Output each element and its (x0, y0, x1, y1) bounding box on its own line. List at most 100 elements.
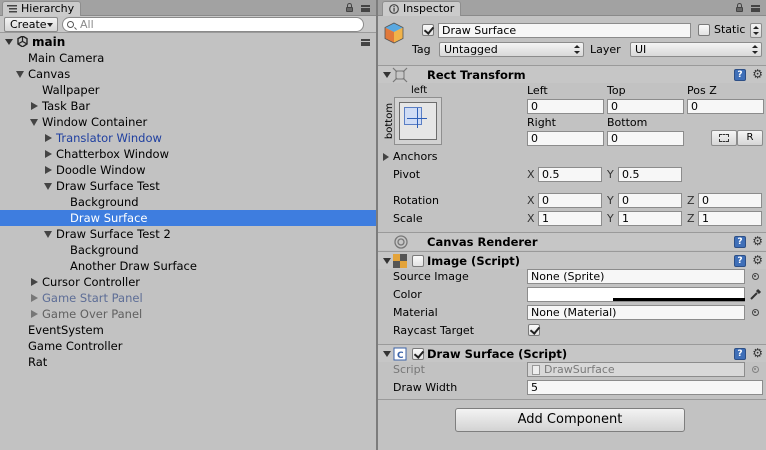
color-field[interactable] (527, 287, 745, 302)
hierarchy-row[interactable]: Background (0, 194, 376, 210)
source-image-field[interactable]: None (Sprite) (527, 269, 745, 284)
hierarchy-row-label: Wallpaper (42, 83, 100, 97)
collapsed-arrow-icon[interactable] (31, 278, 38, 286)
tab-menu-icon[interactable] (361, 5, 370, 12)
bottom-label: Bottom (607, 116, 648, 129)
draw-surface-header[interactable]: C Draw Surface (Script) ? ⚙ (378, 344, 766, 362)
rect-transform-header[interactable]: Rect Transform ? ⚙ (378, 65, 766, 83)
lock-icon[interactable] (346, 3, 353, 12)
image-enabled-checkbox[interactable] (412, 255, 424, 267)
hierarchy-row[interactable]: Draw Surface (0, 210, 376, 226)
hierarchy-row[interactable]: Doodle Window (0, 162, 376, 178)
hierarchy-row[interactable]: Cursor Controller (0, 274, 376, 290)
blueprint-mode-button[interactable] (711, 130, 737, 146)
hierarchy-row-label: Another Draw Surface (70, 259, 197, 273)
raw-edit-button[interactable]: R (737, 130, 763, 146)
material-field[interactable]: None (Material) (527, 305, 745, 320)
pivot-x-field[interactable]: 0.5 (538, 167, 602, 182)
object-picker-icon[interactable] (752, 309, 759, 316)
collapsed-arrow-icon[interactable] (45, 134, 52, 142)
hierarchy-tab[interactable]: Hierarchy (2, 1, 82, 16)
left-field[interactable]: 0 (527, 99, 604, 114)
inspector-tab[interactable]: Inspector (382, 1, 462, 16)
anchors-label[interactable]: Anchors (393, 150, 438, 164)
gear-icon[interactable]: ⚙ (752, 68, 763, 80)
scale-y-field[interactable]: 1 (618, 211, 682, 226)
expanded-arrow-icon[interactable] (30, 119, 38, 126)
pivot-y-field[interactable]: 0.5 (618, 167, 682, 182)
hierarchy-row-label: Draw Surface Test (56, 179, 160, 193)
hierarchy-row[interactable]: Window Container (0, 114, 376, 130)
draw-width-field[interactable]: 5 (527, 380, 763, 395)
rotation-y-field[interactable]: 0 (618, 193, 682, 208)
hierarchy-row[interactable]: EventSystem (0, 322, 376, 338)
hierarchy-row[interactable]: Draw Surface Test 2 (0, 226, 376, 242)
hierarchy-row[interactable]: Rat (0, 354, 376, 370)
static-checkbox[interactable] (698, 24, 710, 36)
gear-icon[interactable]: ⚙ (752, 254, 763, 266)
help-icon[interactable]: ? (734, 255, 746, 267)
inspector-tab-label: Inspector (403, 2, 455, 15)
top-field[interactable]: 0 (607, 99, 684, 114)
gear-icon[interactable]: ⚙ (752, 347, 763, 359)
scale-x-field[interactable]: 1 (538, 211, 602, 226)
create-button[interactable]: Create (4, 17, 58, 32)
scene-fold-icon[interactable] (5, 39, 13, 45)
hierarchy-row[interactable]: Canvas (0, 66, 376, 82)
collapsed-arrow-icon[interactable] (45, 150, 52, 158)
active-checkbox[interactable] (422, 24, 434, 36)
fold-icon[interactable] (383, 258, 391, 264)
gear-icon[interactable]: ⚙ (752, 235, 763, 247)
tab-menu-icon[interactable] (751, 5, 760, 12)
tag-dropdown[interactable]: Untagged (439, 42, 584, 57)
hierarchy-row[interactable]: Game Start Panel (0, 290, 376, 306)
lock-icon[interactable] (736, 3, 743, 12)
canvas-renderer-header[interactable]: Canvas Renderer ? ⚙ (378, 232, 766, 250)
search-field[interactable] (62, 17, 364, 32)
posz-field[interactable]: 0 (687, 99, 764, 114)
rotation-x-field[interactable]: 0 (538, 193, 602, 208)
hierarchy-row[interactable]: Main Camera (0, 50, 376, 66)
object-name-field[interactable]: Draw Surface (438, 23, 691, 38)
anchor-presets-button[interactable] (394, 97, 442, 145)
collapsed-arrow-icon[interactable] (31, 310, 38, 318)
collapsed-arrow-icon[interactable] (31, 102, 38, 110)
hierarchy-row[interactable]: Chatterbox Window (0, 146, 376, 162)
raycast-target-checkbox[interactable] (528, 324, 540, 336)
help-icon[interactable]: ? (734, 348, 746, 360)
collapsed-arrow-icon[interactable] (31, 294, 38, 302)
expanded-arrow-icon[interactable] (44, 231, 52, 238)
image-header[interactable]: Image (Script) ? ⚙ (378, 251, 766, 269)
hierarchy-row[interactable]: Draw Surface Test (0, 178, 376, 194)
anchors-fold-icon[interactable] (383, 153, 389, 161)
layer-value: UI (635, 43, 647, 56)
draw-surface-enabled-checkbox[interactable] (412, 348, 424, 360)
hierarchy-row[interactable]: Game Controller (0, 338, 376, 354)
static-dropdown[interactable] (750, 23, 762, 38)
object-picker-icon[interactable] (752, 273, 759, 280)
fold-icon[interactable] (383, 72, 391, 78)
hierarchy-row[interactable]: Background (0, 242, 376, 258)
help-icon[interactable]: ? (734, 236, 746, 248)
hierarchy-row[interactable]: Translator Window (0, 130, 376, 146)
rotation-z-field[interactable]: 0 (698, 193, 762, 208)
hierarchy-row[interactable]: Task Bar (0, 98, 376, 114)
right-field[interactable]: 0 (527, 131, 604, 146)
scene-menu-icon[interactable] (361, 39, 370, 46)
add-component-button[interactable]: Add Component (455, 408, 685, 432)
collapsed-arrow-icon[interactable] (45, 166, 52, 174)
expanded-arrow-icon[interactable] (44, 183, 52, 190)
eyedropper-icon[interactable] (749, 287, 763, 301)
help-icon[interactable]: ? (734, 69, 746, 81)
fold-icon[interactable] (383, 351, 391, 357)
expanded-arrow-icon[interactable] (16, 71, 24, 78)
scene-header[interactable]: main (0, 34, 376, 50)
layer-dropdown[interactable]: UI (630, 42, 762, 57)
search-input[interactable] (80, 18, 350, 31)
tag-label: Tag (412, 43, 431, 56)
hierarchy-row[interactable]: Game Over Panel (0, 306, 376, 322)
hierarchy-row[interactable]: Another Draw Surface (0, 258, 376, 274)
scale-z-field[interactable]: 1 (698, 211, 762, 226)
hierarchy-row[interactable]: Wallpaper (0, 82, 376, 98)
bottom-field[interactable]: 0 (607, 131, 684, 146)
